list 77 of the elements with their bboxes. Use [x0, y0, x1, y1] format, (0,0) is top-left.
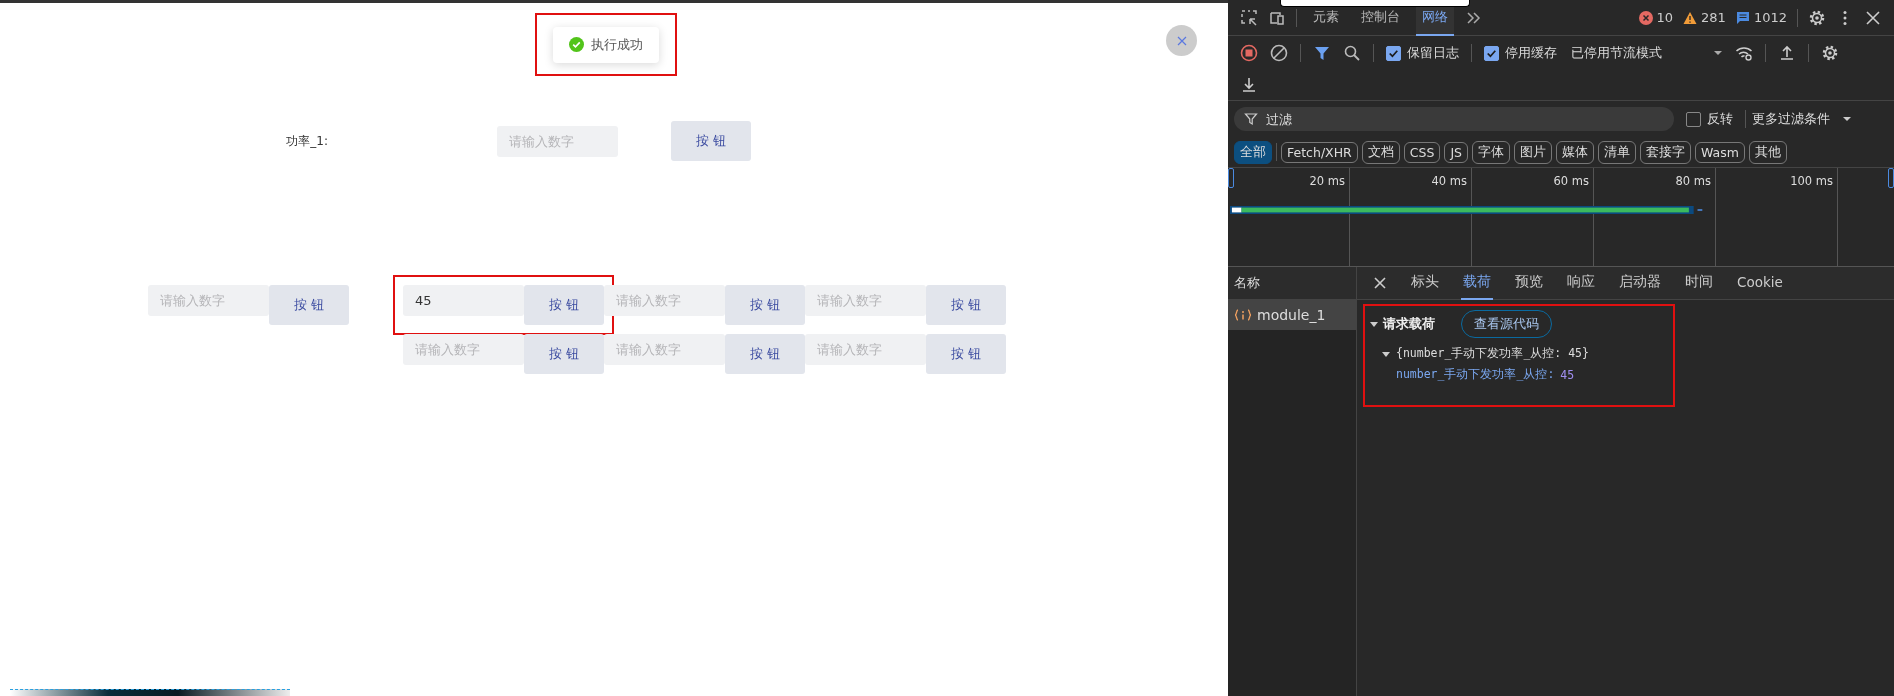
settings-icon[interactable]	[1821, 44, 1839, 62]
type-filter-chip[interactable]: 清单	[1598, 140, 1636, 164]
range-handle[interactable]	[1888, 168, 1894, 188]
time-tick: 80 ms	[1675, 174, 1711, 189]
action-button[interactable]: 按 钮	[725, 334, 805, 374]
checkbox[interactable]	[1484, 45, 1499, 61]
checkbox-label: 停用缓存	[1505, 44, 1557, 62]
payload-key: number_手动下发功率_从控:	[1396, 367, 1555, 382]
error-icon	[1638, 10, 1653, 25]
action-button[interactable]: 按 钮	[524, 334, 604, 374]
action-button[interactable]: 按 钮	[671, 121, 751, 161]
dropdown-arrow-icon	[1842, 114, 1852, 124]
download-icon[interactable]	[1240, 76, 1258, 94]
check-icon	[569, 37, 584, 52]
type-filter-chip[interactable]: 全部	[1234, 140, 1272, 164]
type-filter-chip[interactable]: CSS	[1403, 141, 1441, 163]
checkbox[interactable]	[1386, 45, 1401, 61]
detail-tab[interactable]: Cookie	[1735, 267, 1785, 299]
detail-tab[interactable]: 时间	[1683, 266, 1715, 300]
action-button[interactable]: 按 钮	[926, 285, 1006, 325]
time-tick: 100 ms	[1790, 174, 1833, 189]
record-icon[interactable]	[1240, 44, 1258, 62]
action-button[interactable]: 按 钮	[926, 334, 1006, 374]
column-header: 名称	[1228, 267, 1356, 300]
payload-value: 45	[1560, 367, 1575, 382]
type-filter-chip[interactable]: 文档	[1361, 140, 1400, 164]
warning-icon	[1683, 10, 1698, 25]
action-button[interactable]: 按 钮	[524, 285, 604, 325]
inspect-icon[interactable]	[1240, 8, 1258, 27]
settings-icon[interactable]	[1808, 8, 1826, 27]
detail-tab[interactable]: 预览	[1513, 266, 1545, 300]
warning-count: 281	[1701, 10, 1726, 25]
detail-tab[interactable]: 启动器	[1617, 266, 1663, 300]
request-item[interactable]: module_1	[1228, 300, 1356, 330]
field-label: 功率_1:	[285, 132, 328, 150]
type-filter-chip[interactable]: 套接字	[1640, 140, 1691, 164]
filter-icon	[1244, 112, 1258, 126]
panel-tab[interactable]: 控制台	[1355, 0, 1406, 36]
close-icon	[1175, 34, 1188, 47]
message-count: 1012	[1753, 10, 1787, 25]
detail-tab[interactable]: 载荷	[1461, 266, 1493, 300]
filter-icon[interactable]	[1313, 44, 1331, 62]
type-filter-chip[interactable]: 媒体	[1556, 140, 1594, 164]
upload-icon[interactable]	[1778, 44, 1796, 62]
number-input[interactable]: 45	[403, 285, 524, 316]
panel-tab[interactable]: 元素	[1307, 0, 1345, 36]
checkbox[interactable]	[1686, 111, 1701, 127]
time-tick: 60 ms	[1553, 174, 1589, 189]
type-filter-chip[interactable]: 其他	[1748, 140, 1787, 164]
section-title: 请求载荷	[1383, 315, 1435, 333]
type-filter-chip[interactable]: Fetch/XHR	[1281, 141, 1358, 163]
filter-field[interactable]: 过滤	[1234, 107, 1674, 131]
type-filter-chip[interactable]: JS	[1444, 141, 1468, 163]
clear-icon[interactable]	[1270, 44, 1288, 62]
action-button[interactable]: 按 钮	[725, 285, 805, 325]
detail-tab[interactable]: 标头	[1409, 266, 1441, 300]
type-filter-chip[interactable]: Wasm	[1695, 141, 1745, 163]
time-tick: 40 ms	[1431, 174, 1467, 189]
dropdown-arrow-icon	[1713, 48, 1723, 58]
type-filter-chip[interactable]: 图片	[1514, 140, 1552, 164]
time-tick: 20 ms	[1309, 174, 1345, 189]
type-filter-chip[interactable]: 字体	[1472, 140, 1510, 164]
more-filters-dropdown[interactable]: 更多过滤条件	[1752, 110, 1830, 128]
checkbox-label: 反转	[1707, 110, 1733, 128]
search-icon[interactable]	[1343, 44, 1361, 62]
message-icon	[1735, 10, 1750, 25]
network-conditions-icon[interactable]	[1735, 44, 1753, 62]
toast-message: 执行成功	[591, 35, 643, 54]
range-handle[interactable]	[1228, 168, 1234, 188]
close-icon[interactable]	[1864, 8, 1882, 27]
action-button[interactable]: 按 钮	[269, 285, 349, 325]
checkbox-label: 保留日志	[1407, 44, 1459, 62]
payload-summary: {number_手动下发功率_从控: 45}	[1396, 346, 1589, 361]
error-count: 10	[1656, 10, 1674, 25]
detail-tab[interactable]: 响应	[1565, 266, 1597, 300]
expand-arrow-icon[interactable]	[1369, 319, 1379, 329]
throttling-dropdown[interactable]: 已停用节流模式	[1571, 44, 1701, 62]
